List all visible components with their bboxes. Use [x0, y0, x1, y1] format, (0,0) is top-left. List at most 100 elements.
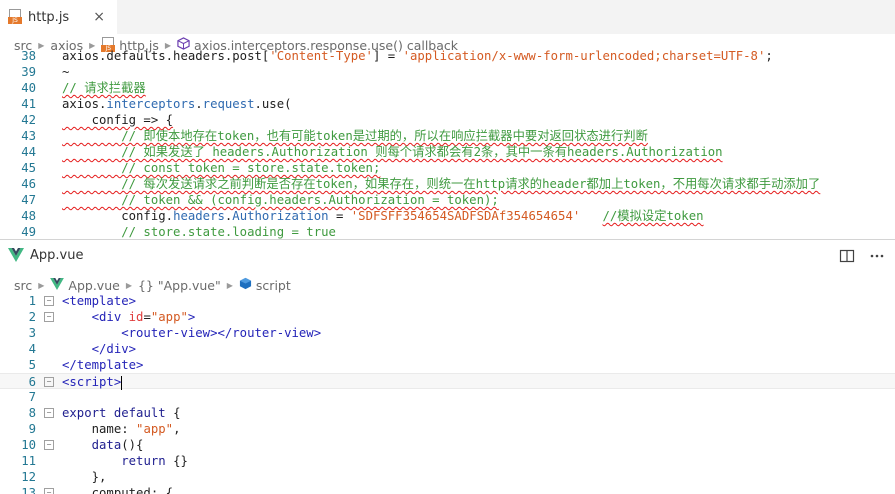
- breadcrumb-label: script: [255, 277, 291, 293]
- code-line[interactable]: 38 axios.defaults.headers.post['Content-T…: [0, 48, 895, 64]
- tab-label: App.vue: [30, 247, 84, 263]
- line-number: 13: [21, 486, 36, 494]
- code-token: // 如果发送了 headers.Authorization 则每个请求都会有2…: [62, 145, 723, 159]
- breadcrumb-separator-icon: ▶: [125, 280, 132, 290]
- fold-toggle-icon[interactable]: −: [44, 408, 54, 418]
- code-line[interactable]: 11 return {}: [0, 453, 895, 469]
- code-line[interactable]: 3 <router-view></router-view>: [0, 325, 895, 341]
- code-token: =: [143, 310, 151, 324]
- line-number: 4: [28, 342, 36, 356]
- code-text: axios.defaults.headers.post['Content-Typ…: [62, 48, 773, 64]
- code-line[interactable]: 2− <div id="app">: [0, 309, 895, 325]
- code-token: interceptors: [106, 97, 196, 111]
- code-line[interactable]: 49 // store.state.loading = true: [0, 224, 895, 240]
- code-line[interactable]: 41 axios.interceptors.request.use(: [0, 96, 895, 112]
- code-text: ~: [62, 64, 69, 80]
- code-token: computed: {: [62, 486, 174, 494]
- code-token: .use(: [254, 97, 292, 111]
- code-line[interactable]: 1− <template>: [0, 293, 895, 309]
- breadcrumb-item[interactable]: script: [239, 277, 291, 293]
- code-text: // store.state.loading = true: [62, 224, 336, 240]
- code-token: axios.: [62, 97, 107, 111]
- tab-label: http.js: [28, 9, 70, 25]
- code-token: "app": [150, 310, 188, 324]
- code-token: 'Content-Type': [269, 49, 373, 63]
- fold-toggle-icon[interactable]: −: [44, 312, 54, 322]
- code-token: // 每次发送请求之前判断是否存在token，如果存在，则统一在http请求的h…: [62, 177, 821, 191]
- line-number: 11: [21, 454, 36, 468]
- code-token: return: [121, 454, 174, 468]
- breadcrumb-item[interactable]: App.vue: [50, 277, 120, 293]
- line-number: 48: [21, 209, 36, 223]
- code-line[interactable]: 44 // 如果发送了 headers.Authorization 则每个请求都…: [0, 144, 895, 160]
- code-text: // 请求拦截器: [62, 80, 146, 96]
- code-token: =: [328, 209, 351, 223]
- code-editor[interactable]: 38 axios.defaults.headers.post['Content-T…: [0, 46, 895, 240]
- code-text: computed: {: [62, 485, 173, 494]
- code-token: //模拟设定token: [602, 209, 704, 223]
- code-line[interactable]: 12 },: [0, 469, 895, 485]
- code-token: // store.state.loading = true: [62, 225, 336, 239]
- code-token: name:: [62, 422, 137, 436]
- code-line[interactable]: 8− export default {: [0, 405, 895, 421]
- code-line[interactable]: 7: [0, 389, 895, 405]
- code-token: },: [62, 470, 107, 484]
- fold-toggle-icon[interactable]: −: [44, 488, 54, 494]
- breadcrumb-item[interactable]: {} "App.vue": [138, 278, 221, 293]
- split-editor-icon[interactable]: [839, 248, 855, 264]
- code-line[interactable]: 13 − computed: {: [0, 485, 895, 494]
- code-text: config => {: [62, 112, 173, 128]
- more-actions-icon[interactable]: [869, 248, 885, 264]
- line-number: 39: [21, 65, 36, 79]
- code-line[interactable]: 6− <script>: [0, 373, 895, 390]
- code-editor[interactable]: 1− <template> 2− <div id="app"> 3 <router-v…: [0, 293, 895, 494]
- code-text: // const token = store.state.token;: [62, 160, 380, 176]
- code-line[interactable]: 46 // 每次发送请求之前判断是否存在token，如果存在，则统一在http请…: [0, 176, 895, 192]
- tab-app-vue[interactable]: App.vue: [0, 240, 96, 270]
- code-token: <router-view></router-view>: [62, 326, 322, 340]
- vue-file-icon: [8, 248, 24, 262]
- code-text: name: "app",: [62, 421, 181, 437]
- code-token: 'application/x-www-form-urlencoded;chars…: [402, 49, 766, 63]
- breadcrumb-item[interactable]: src: [14, 278, 32, 293]
- code-text: data(){: [62, 437, 144, 453]
- code-token: <div: [91, 310, 129, 324]
- code-token: config.: [62, 209, 174, 223]
- fold-toggle-icon[interactable]: −: [44, 440, 54, 450]
- line-number: 2: [28, 310, 36, 324]
- code-token: id: [128, 310, 144, 324]
- close-icon[interactable]: ×: [93, 9, 105, 25]
- code-line[interactable]: 40 // 请求拦截器: [0, 80, 895, 96]
- vue-file-icon: [50, 277, 65, 293]
- fold-toggle-icon[interactable]: −: [44, 377, 54, 387]
- code-text: <script>: [62, 374, 123, 390]
- code-line[interactable]: 42 config => {: [0, 112, 895, 128]
- code-line[interactable]: 43 // 即使本地存在token，也有可能token是过期的，所以在响应拦截器…: [0, 128, 895, 144]
- code-token: "app": [136, 422, 174, 436]
- code-text: // 即使本地存在token，也有可能token是过期的，所以在响应拦截器中要对…: [62, 128, 648, 144]
- code-line[interactable]: 45 // const token = store.state.token;: [0, 160, 895, 176]
- tab-http-js[interactable]: JS http.js ×: [0, 0, 117, 34]
- code-line[interactable]: 5 </template>: [0, 357, 895, 373]
- top-tabbar: JS http.js ×: [0, 0, 895, 34]
- fold-toggle-icon[interactable]: −: [44, 296, 54, 306]
- code-line[interactable]: 48 config.headers.Authorization = 'SDFSF…: [0, 208, 895, 224]
- code-line[interactable]: 10− data(){: [0, 437, 895, 453]
- line-number: 45: [21, 161, 36, 175]
- text-cursor: [121, 375, 123, 390]
- js-file-icon: JS: [8, 9, 22, 25]
- code-line[interactable]: 9 name: "app",: [0, 421, 895, 437]
- line-number: 10: [21, 438, 36, 452]
- code-line[interactable]: 47 // token && (config.headers.Authoriza…: [0, 192, 895, 208]
- code-token: ,: [173, 422, 181, 436]
- code-token: ] =: [372, 49, 403, 63]
- bottom-editor-pane: App.vue src ▶ App.vue ▶{} "App.vue" ▶ script …: [0, 240, 895, 494]
- code-text: <template>: [62, 293, 136, 309]
- code-line[interactable]: 39 ~: [0, 64, 895, 80]
- code-token: Authorization: [232, 209, 329, 223]
- code-line[interactable]: 4 </div>: [0, 341, 895, 357]
- line-number: 38: [21, 49, 36, 63]
- line-number: 49: [21, 225, 36, 239]
